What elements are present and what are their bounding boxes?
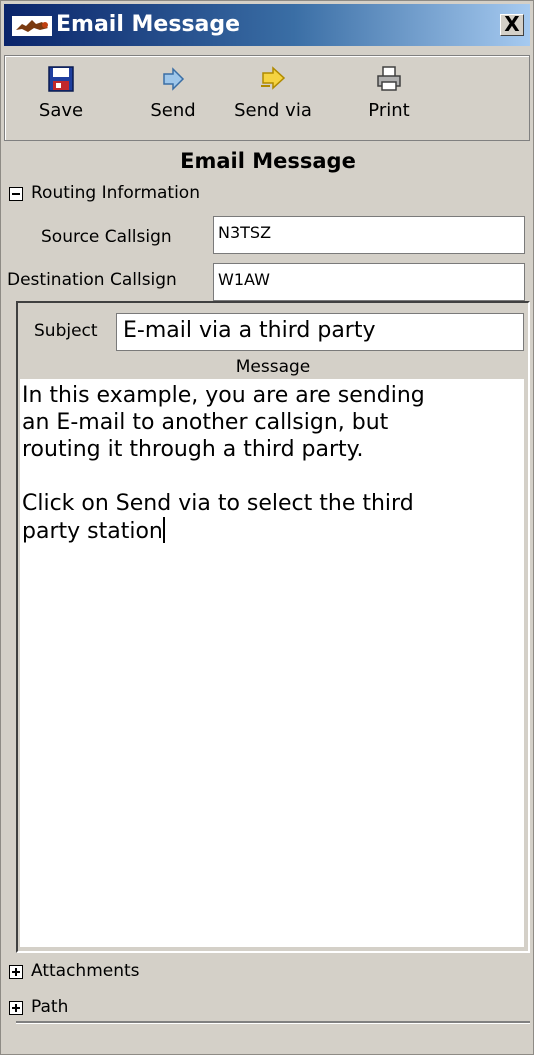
toolbar: Save Send Send via Print bbox=[4, 55, 530, 141]
send-button[interactable]: Send bbox=[143, 64, 203, 132]
attachments-section-label: Attachments bbox=[31, 961, 140, 981]
print-label: Print bbox=[368, 100, 410, 121]
path-section-label: Path bbox=[31, 997, 69, 1017]
subject-field[interactable]: E-mail via a third party bbox=[116, 313, 524, 351]
destination-callsign-label: Destination Callsign bbox=[7, 270, 177, 290]
send-label: Send bbox=[150, 100, 196, 121]
message-text: In this example, you are are sending an … bbox=[22, 383, 425, 544]
save-disk-icon bbox=[48, 66, 74, 92]
attachments-expand-icon[interactable] bbox=[9, 965, 23, 979]
send-via-button[interactable]: Send via bbox=[230, 64, 316, 132]
message-body-textarea[interactable]: In this example, you are are sending an … bbox=[20, 379, 524, 947]
destination-callsign-field[interactable]: W1AW bbox=[213, 263, 525, 301]
text-caret bbox=[162, 517, 165, 543]
path-expand-icon[interactable] bbox=[9, 1001, 23, 1015]
routing-collapse-icon[interactable] bbox=[9, 187, 23, 201]
send-via-label: Send via bbox=[234, 100, 312, 121]
save-label: Save bbox=[38, 100, 84, 121]
window-title: Email Message bbox=[56, 12, 241, 37]
form-title: Email Message bbox=[180, 149, 356, 173]
message-panel: Subject E-mail via a third party Message… bbox=[16, 301, 530, 953]
message-label: Message bbox=[235, 357, 311, 377]
send-via-arrow-icon bbox=[261, 66, 286, 90]
subject-label: Subject bbox=[34, 321, 98, 341]
save-button[interactable]: Save bbox=[33, 64, 89, 132]
send-arrow-icon bbox=[163, 67, 185, 91]
routing-section-label: Routing Information bbox=[31, 183, 200, 203]
source-callsign-field[interactable]: N3TSZ bbox=[213, 216, 525, 254]
close-button[interactable]: X bbox=[500, 14, 524, 36]
email-message-window: Email Message X Save Send Send via Print… bbox=[0, 0, 534, 1055]
title-bar[interactable]: Email Message X bbox=[4, 4, 530, 46]
print-button[interactable]: Print bbox=[359, 64, 419, 132]
app-logo-icon bbox=[12, 16, 52, 36]
status-divider bbox=[16, 1021, 530, 1023]
source-callsign-label: Source Callsign bbox=[41, 227, 172, 247]
printer-icon bbox=[377, 66, 401, 91]
